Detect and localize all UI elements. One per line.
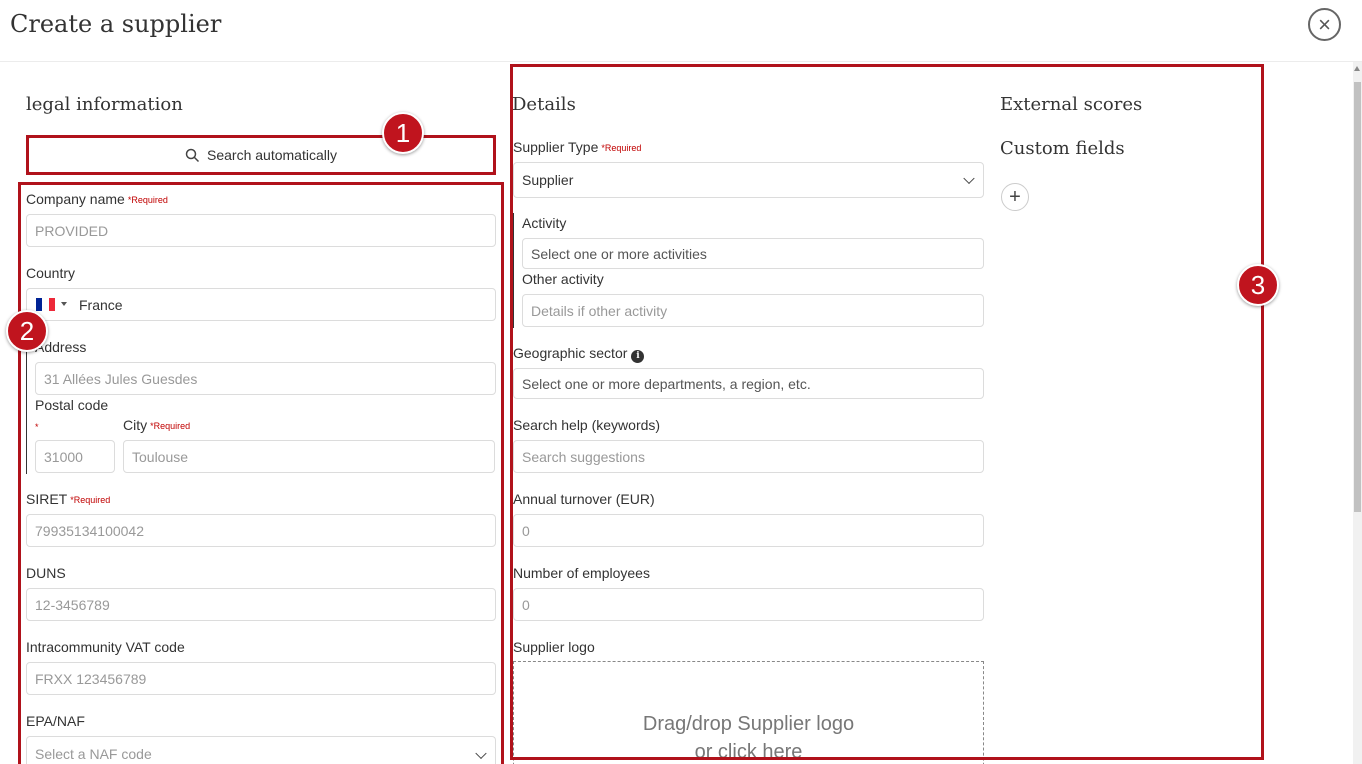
annotation-box-1 — [26, 135, 496, 175]
annotation-badge-1: 1 — [382, 112, 424, 154]
modal-header: Create a supplier × — [0, 0, 1362, 62]
scroll-up-arrow-icon[interactable] — [1354, 66, 1360, 71]
annotation-badge-2: 2 — [6, 310, 48, 352]
close-button[interactable]: × — [1308, 8, 1341, 41]
close-icon: × — [1318, 11, 1331, 37]
annotation-badge-3: 3 — [1237, 264, 1279, 306]
annotation-box-3 — [510, 64, 1264, 760]
modal-title: Create a supplier — [10, 10, 222, 38]
scrollbar-thumb[interactable] — [1354, 82, 1361, 512]
annotation-box-2 — [18, 182, 504, 764]
legal-section-title: legal information — [26, 94, 183, 115]
